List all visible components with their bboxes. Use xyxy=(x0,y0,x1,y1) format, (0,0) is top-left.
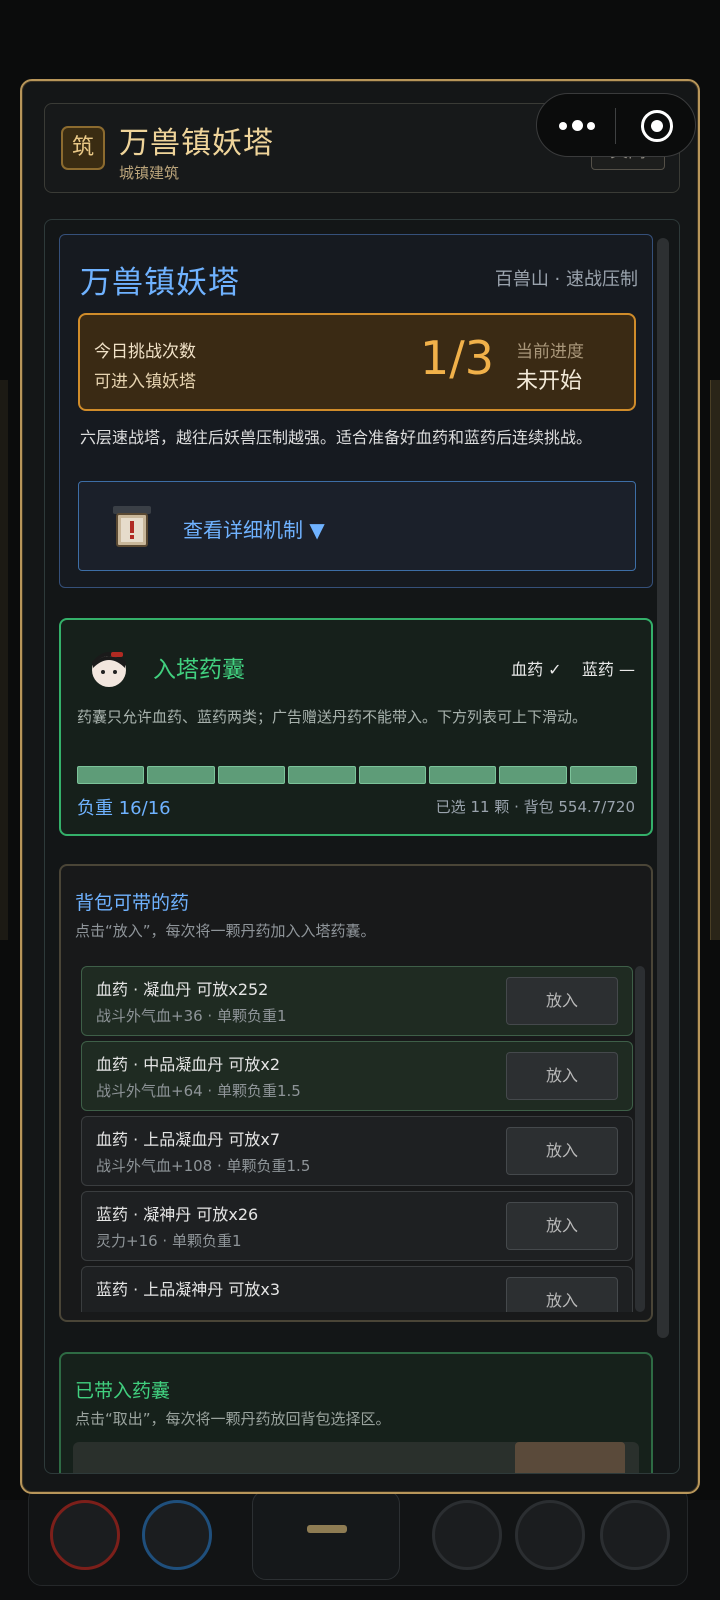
medicine-name: 血药 · 中品凝血丹 可放x2 xyxy=(96,1055,280,1074)
hud-center-button xyxy=(252,1490,400,1580)
backpack-description: 点击“放入”，每次将一颗丹药加入入塔药囊。 xyxy=(75,922,376,940)
carried-title: 已带入药囊 xyxy=(75,1380,171,1402)
mp-status: 蓝药 — xyxy=(581,660,635,679)
more-icon[interactable] xyxy=(557,120,601,132)
pouch-title: 入塔药囊 xyxy=(153,657,245,683)
list-item: 蓝药 · 上品凝神丹 可放x3 放入 xyxy=(81,1266,633,1312)
load-bar-segment xyxy=(428,766,497,784)
progress-label: 当前进度 xyxy=(516,342,584,362)
character-avatar-icon xyxy=(92,652,126,687)
exit-target-icon[interactable] xyxy=(641,110,673,142)
put-in-button[interactable]: 放入 xyxy=(506,1277,618,1312)
medicine-name: 血药 · 凝血丹 可放x252 xyxy=(96,980,269,999)
load-bar xyxy=(77,766,637,784)
mp-orb-icon xyxy=(142,1500,212,1570)
put-in-button[interactable]: 放入 xyxy=(506,1202,618,1250)
modal-subtitle: 城镇建筑 xyxy=(119,164,180,182)
load-bar-segment xyxy=(147,766,215,784)
scrollbar[interactable] xyxy=(657,238,669,1338)
load-bar-segment xyxy=(288,766,356,784)
list-item xyxy=(73,1442,639,1473)
put-in-button[interactable]: 放入 xyxy=(506,1052,618,1100)
pouch-description: 药囊只允许血药、蓝药两类；广告赠送丹药不能带入。下方列表可上下滑动。 xyxy=(77,708,588,726)
load-bar-segment xyxy=(499,766,567,784)
capsule-divider xyxy=(615,108,616,144)
take-out-button[interactable] xyxy=(515,1442,625,1473)
tower-name: 万兽镇妖塔 xyxy=(80,265,240,301)
list-item: 血药 · 中品凝血丹 可放x2 战斗外气血+64 · 单颗负重1.5 放入 xyxy=(81,1041,633,1111)
challenge-panel: 今日挑战次数 可进入镇妖塔 1/3 当前进度 未开始 xyxy=(78,313,636,411)
load-label: 负重 16/16 xyxy=(77,798,171,819)
skill-slot-icon xyxy=(515,1500,585,1570)
carried-description: 点击“取出”，每次将一颗丹药放回背包选择区。 xyxy=(75,1410,391,1428)
tower-description: 六层速战塔，越往后妖兽压制越强。适合准备好血药和蓝药后连续挑战。 xyxy=(80,428,593,447)
skill-slot-icon xyxy=(600,1500,670,1570)
medicine-stat: 战斗外气血+108 · 单颗负重1.5 xyxy=(96,1157,311,1175)
medicine-list[interactable]: 血药 · 凝血丹 可放x252 战斗外气血+36 · 单颗负重1 放入 血药 ·… xyxy=(81,966,633,1312)
list-scrollbar[interactable] xyxy=(635,966,645,1312)
carried-section: 已带入药囊 点击“取出”，每次将一颗丹药放回背包选择区。 xyxy=(59,1352,653,1473)
medicine-name: 蓝药 · 上品凝神丹 可放x3 xyxy=(96,1280,280,1299)
backpack-section: 背包可带的药 点击“放入”，每次将一颗丹药加入入塔药囊。 血药 · 凝血丹 可放… xyxy=(59,864,653,1322)
medicine-name: 蓝药 · 凝神丹 可放x26 xyxy=(96,1205,259,1224)
list-item: 血药 · 上品凝血丹 可放x7 战斗外气血+108 · 单颗负重1.5 放入 xyxy=(81,1116,633,1186)
progress-value: 未开始 xyxy=(516,369,583,394)
challenge-sublabel: 可进入镇妖塔 xyxy=(94,372,196,392)
load-bar-segment xyxy=(569,766,637,784)
view-mechanism-button[interactable]: 查看详细机制 ▼ xyxy=(78,481,636,571)
load-bar-segment xyxy=(77,766,145,784)
skill-slot-icon xyxy=(432,1500,502,1570)
building-badge-icon: 筑 xyxy=(61,126,105,170)
tower-tags: 百兽山 · 速战压制 xyxy=(494,269,638,290)
pouch-status: 血药 ✓ 蓝药 — xyxy=(511,656,635,680)
modal-scroll-content[interactable]: 万兽镇妖塔 百兽山 · 速战压制 今日挑战次数 可进入镇妖塔 1/3 当前进度 … xyxy=(44,219,680,1474)
building-modal: 筑 万兽镇妖塔 城镇建筑 关闭 万兽镇妖塔 百兽山 · 速战压制 今日挑战次数 … xyxy=(20,79,700,1494)
background-right-bar xyxy=(710,380,720,940)
tower-info-card: 万兽镇妖塔 百兽山 · 速战压制 今日挑战次数 可进入镇妖塔 1/3 当前进度 … xyxy=(59,234,653,588)
put-in-button[interactable]: 放入 xyxy=(506,977,618,1025)
put-in-button[interactable]: 放入 xyxy=(506,1127,618,1175)
challenge-label: 今日挑战次数 xyxy=(94,342,196,362)
medicine-stat: 灵力+16 · 单颗负重1 xyxy=(96,1232,242,1250)
medicine-stat: 战斗外气血+64 · 单颗负重1.5 xyxy=(96,1082,301,1100)
list-item: 蓝药 · 凝神丹 可放x26 灵力+16 · 单颗负重1 放入 xyxy=(81,1191,633,1261)
challenge-count: 1/3 xyxy=(420,331,495,385)
warning-banner-icon xyxy=(113,506,151,547)
modal-title: 万兽镇妖塔 xyxy=(119,126,274,161)
list-item: 血药 · 凝血丹 可放x252 战斗外气血+36 · 单颗负重1 放入 xyxy=(81,966,633,1036)
pouch-info: 已选 11 颗 · 背包 554.7/720 xyxy=(435,798,635,816)
hp-orb-icon xyxy=(50,1500,120,1570)
load-bar-segment xyxy=(358,766,426,784)
medicine-stat: 战斗外气血+36 · 单颗负重1 xyxy=(96,1007,287,1025)
miniprogram-capsule xyxy=(536,93,696,157)
medicine-name: 血药 · 上品凝血丹 可放x7 xyxy=(96,1130,280,1149)
background-left-bar xyxy=(0,380,8,940)
view-mechanism-label: 查看详细机制 ▼ xyxy=(183,518,325,542)
backpack-title: 背包可带的药 xyxy=(75,892,190,914)
pouch-card: 入塔药囊 血药 ✓ 蓝药 — 药囊只允许血药、蓝药两类；广告赠送丹药不能带入。下… xyxy=(59,618,653,836)
hp-status: 血药 ✓ xyxy=(511,660,562,679)
load-bar-segment xyxy=(217,766,286,784)
